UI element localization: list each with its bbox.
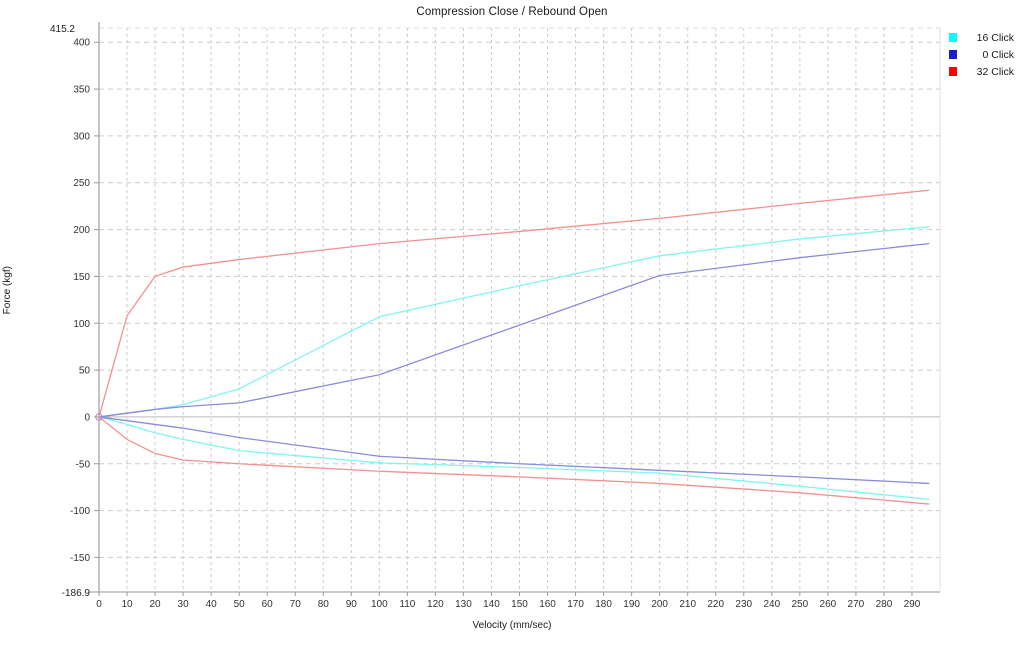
y-tick-label: -100 <box>70 506 90 517</box>
x-tick-label: 200 <box>651 599 668 610</box>
x-tick-label: 160 <box>539 599 556 610</box>
y-tick-label: 0 <box>84 412 90 423</box>
x-tick-label: 180 <box>595 599 612 610</box>
legend-swatch-icon <box>949 50 957 59</box>
legend-item[interactable]: 32 Click <box>949 65 1014 78</box>
legend-item[interactable]: 0 Click <box>949 48 1014 61</box>
x-tick-label: 80 <box>318 599 330 610</box>
chart-legend: 16 Click 0 Click 32 Click <box>949 31 1014 78</box>
x-tick-label: 170 <box>567 599 584 610</box>
y-tick-label: 400 <box>73 38 90 49</box>
x-tick-label: 220 <box>707 599 724 610</box>
x-tick-label: 290 <box>904 599 921 610</box>
x-tick-label: 90 <box>346 599 358 610</box>
x-tick-label: 10 <box>121 599 133 610</box>
y-tick-label: 200 <box>73 225 90 236</box>
chart-container: Compression Close / Rebound Open Force (… <box>0 0 1024 646</box>
y-axis-max-label: 415.2 <box>50 24 75 35</box>
legend-swatch-icon <box>949 33 957 42</box>
x-tick-label: 20 <box>150 599 162 610</box>
x-tick-label: 260 <box>820 599 837 610</box>
x-tick-label: 230 <box>735 599 752 610</box>
x-tick-label: 120 <box>427 599 444 610</box>
x-tick-label: 210 <box>679 599 696 610</box>
x-tick-label: 280 <box>876 599 893 610</box>
x-tick-label: 140 <box>483 599 500 610</box>
y-tick-label: 100 <box>73 319 90 330</box>
y-axis-min-label: -186.9 <box>62 588 91 599</box>
x-tick-label: 50 <box>234 599 246 610</box>
x-tick-label: 70 <box>290 599 302 610</box>
y-tick-label: 250 <box>73 178 90 189</box>
x-tick-label: 60 <box>262 599 274 610</box>
x-tick-label: 270 <box>848 599 865 610</box>
x-tick-label: 40 <box>206 599 218 610</box>
legend-swatch-icon <box>949 67 957 76</box>
y-tick-label: 150 <box>73 272 90 283</box>
legend-item-label: 32 Click <box>976 65 1014 78</box>
x-tick-label: 190 <box>623 599 640 610</box>
legend-item-label: 16 Click <box>976 31 1014 44</box>
y-tick-label: 50 <box>79 366 91 377</box>
y-tick-label: -50 <box>76 459 91 470</box>
x-tick-label: 250 <box>791 599 808 610</box>
x-tick-label: 0 <box>96 599 102 610</box>
y-tick-label: 300 <box>73 131 90 142</box>
x-tick-label: 130 <box>455 599 472 610</box>
x-tick-label: 30 <box>178 599 190 610</box>
x-tick-label: 100 <box>371 599 388 610</box>
legend-item[interactable]: 16 Click <box>949 31 1014 44</box>
legend-item-label: 0 Click <box>982 48 1014 61</box>
plot-area: 400350300250200150100500-50-100-150415.2… <box>50 22 941 610</box>
x-tick-label: 240 <box>763 599 780 610</box>
x-tick-label: 150 <box>511 599 528 610</box>
x-tick-label: 110 <box>399 599 415 610</box>
x-axis-title: Velocity (mm/sec) <box>472 620 552 631</box>
y-tick-label: 350 <box>73 85 90 96</box>
y-tick-label: -150 <box>70 553 90 564</box>
